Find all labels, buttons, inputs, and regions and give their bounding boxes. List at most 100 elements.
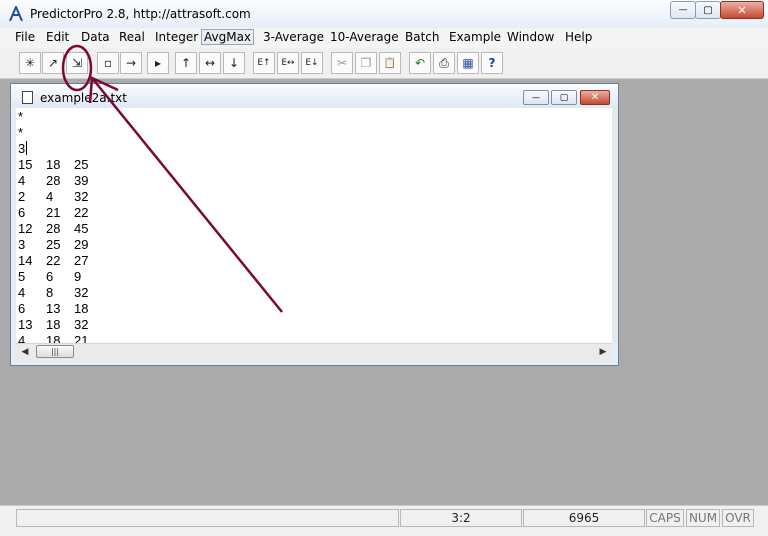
data-box-button[interactable]: ▫: [97, 52, 119, 74]
arrow-into-box-icon: →: [125, 56, 137, 70]
minimize-button[interactable]: —: [670, 1, 696, 19]
print-button[interactable]: ⎙: [433, 52, 455, 74]
text-value: 28: [46, 173, 61, 188]
text-value: 6: [18, 301, 26, 316]
flashlight-down-icon: ↓: [228, 56, 240, 70]
text-value: 39: [74, 173, 89, 188]
menu-integer[interactable]: Integer: [155, 30, 198, 44]
attrasoft-logo-icon: [8, 4, 24, 22]
status-cursor-position: 3:2: [400, 509, 522, 527]
text-value: 4: [18, 285, 26, 300]
flashlight-e-sideways-button[interactable]: E↔: [277, 52, 299, 74]
text-value: 9: [74, 269, 82, 284]
text-value: 32: [74, 189, 89, 204]
menu-help[interactable]: Help: [565, 30, 592, 44]
vertical-scrollbar[interactable]: [612, 108, 617, 343]
menu-data[interactable]: Data: [81, 30, 110, 44]
document-maximize-button[interactable]: ▢: [551, 90, 577, 105]
text-value: 2: [18, 189, 26, 204]
text-value: 21: [46, 205, 61, 220]
menu-edit[interactable]: Edit: [46, 30, 69, 44]
document-title: example2a.txt: [40, 91, 127, 105]
maximize-button[interactable]: ▢: [695, 1, 721, 19]
text-value: 6: [46, 269, 54, 284]
text-value: 5: [18, 269, 26, 284]
print-icon: ⎙: [439, 55, 449, 70]
cut-button[interactable]: ✂: [331, 52, 353, 74]
scroll-left-arrow-icon[interactable]: ◀: [18, 345, 32, 359]
menu-batch[interactable]: Batch: [405, 30, 440, 44]
flashlight-e-down-button[interactable]: E↓: [301, 52, 323, 74]
text-value: 18: [46, 157, 61, 172]
menu-3-average[interactable]: 3-Average: [263, 30, 324, 44]
menu-window[interactable]: Window: [507, 30, 554, 44]
text-value: 25: [46, 237, 61, 252]
grip-icon: |||: [50, 347, 60, 356]
text-value: 32: [74, 285, 89, 300]
horizontal-scrollbar[interactable]: [16, 343, 612, 360]
flashlight-e-up-icon: E↑: [257, 58, 271, 68]
text-value: 4: [46, 189, 54, 204]
text-caret: [26, 141, 27, 155]
flashlight-down-button[interactable]: ↓: [223, 52, 245, 74]
window-title: PredictorPro 2.8, http://attrasoft.com: [30, 7, 251, 21]
help-button[interactable]: ?: [481, 52, 503, 74]
menu-file[interactable]: File: [15, 30, 35, 44]
paste-icon: 📋: [383, 57, 397, 69]
grid-button[interactable]: ▦: [457, 52, 479, 74]
horizontal-scroll-thumb[interactable]: |||: [36, 345, 74, 358]
grid-icon: ▦: [462, 56, 474, 70]
text-value: 4: [18, 173, 26, 188]
text-value: 3: [18, 141, 26, 156]
close-icon: ✕: [737, 3, 747, 17]
open-data-file-button[interactable]: ⇲: [66, 52, 88, 74]
new-file-button[interactable]: ✳: [19, 52, 41, 74]
text-value: *: [18, 109, 24, 124]
box-arrow-out-icon: ▸: [154, 56, 162, 70]
text-value: 27: [74, 253, 89, 268]
close-button[interactable]: ✕: [720, 1, 764, 19]
text-value: 28: [46, 221, 61, 236]
open-file-button[interactable]: ↗: [42, 52, 64, 74]
flashlight-sideways-button[interactable]: ↔: [199, 52, 221, 74]
open-data-file-icon: ⇲: [71, 56, 83, 70]
menu-real[interactable]: Real: [119, 30, 145, 44]
text-value: *: [18, 125, 24, 140]
status-size: 6965: [523, 509, 645, 527]
minimize-icon: —: [532, 93, 540, 102]
flashlight-up-button[interactable]: ↑: [175, 52, 197, 74]
paste-button[interactable]: 📋: [379, 52, 401, 74]
text-editor[interactable]: [16, 108, 612, 343]
data-box-icon: ▫: [103, 56, 113, 70]
maximize-icon: ▢: [559, 92, 569, 103]
scroll-right-arrow-icon[interactable]: ▶: [596, 345, 610, 359]
status-message: [16, 509, 399, 527]
text-value: 3: [18, 237, 26, 252]
flashlight-sideways-icon: ↔: [204, 56, 216, 70]
undo-button[interactable]: ↶: [409, 52, 431, 74]
text-value: 22: [46, 253, 61, 268]
copy-button[interactable]: ❐: [355, 52, 377, 74]
copy-icon: ❐: [360, 56, 372, 70]
maximize-icon: ▢: [703, 4, 713, 16]
text-value: 18: [74, 301, 89, 316]
help-icon: ?: [488, 56, 496, 70]
close-icon: ✕: [590, 92, 600, 103]
text-value: 14: [18, 253, 33, 268]
menu-example[interactable]: Example: [449, 30, 501, 44]
document-close-button[interactable]: ✕: [580, 90, 610, 105]
box-arrow-out-button[interactable]: ▸: [147, 52, 169, 74]
status-num: NUM: [686, 509, 720, 527]
text-value: 32: [74, 317, 89, 332]
text-value: 15: [18, 157, 33, 172]
document-minimize-button[interactable]: —: [523, 90, 549, 105]
menu-10-average[interactable]: 10-Average: [330, 30, 399, 44]
status-ovr: OVR: [722, 509, 754, 527]
text-value: 25: [74, 157, 89, 172]
flashlight-up-icon: ↑: [180, 56, 192, 70]
menu-avgmax[interactable]: AvgMax: [201, 29, 255, 45]
flashlight-e-up-button[interactable]: E↑: [253, 52, 275, 74]
flashlight-e-down-icon: E↓: [305, 58, 319, 68]
flashlight-e-sideways-icon: E↔: [281, 58, 295, 68]
arrow-into-box-button[interactable]: →: [120, 52, 142, 74]
